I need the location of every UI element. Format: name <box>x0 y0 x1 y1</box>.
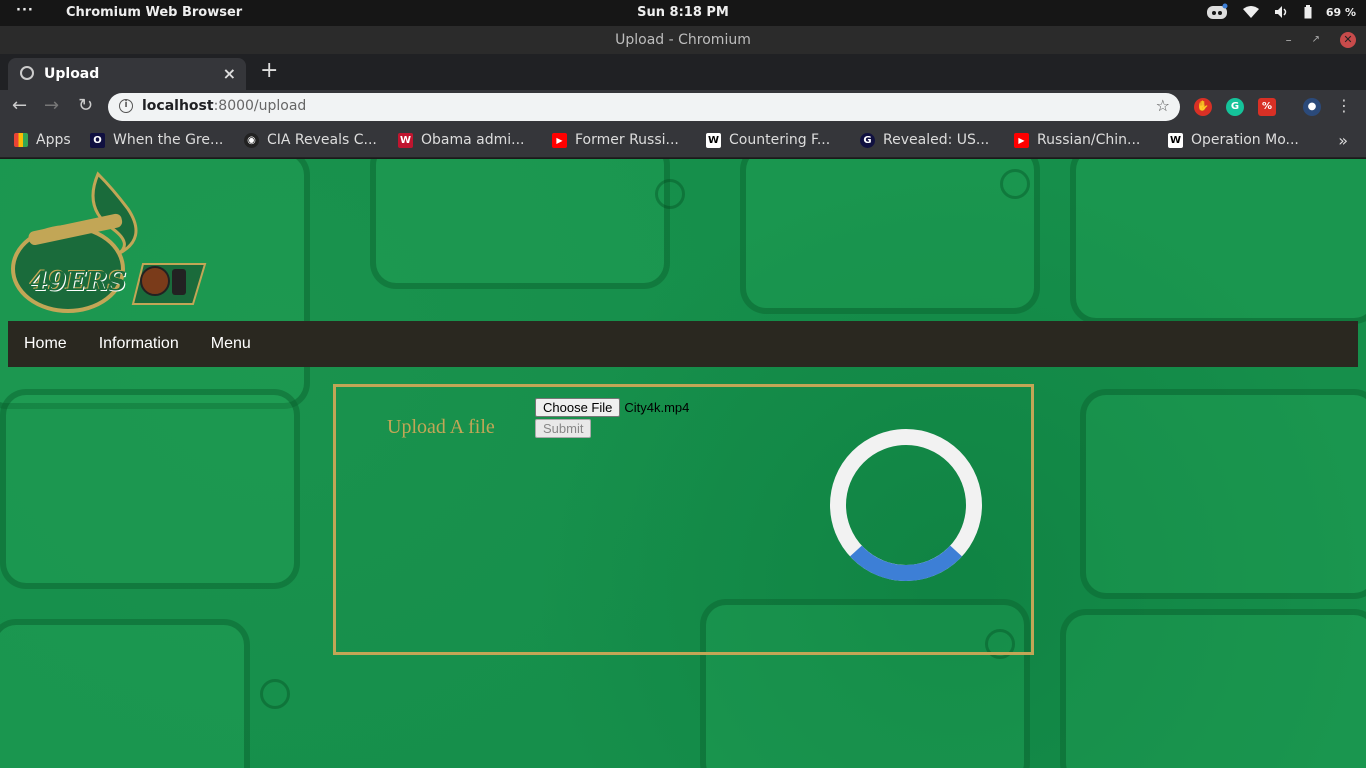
youtube-icon: ▶ <box>1014 132 1029 148</box>
back-arrow-icon[interactable]: ← <box>12 95 27 116</box>
background-tv <box>0 619 250 768</box>
site-logo[interactable]: 49ERS <box>8 169 208 319</box>
logo-text: 49ERS <box>30 267 127 297</box>
site-info-icon[interactable]: i <box>119 99 133 113</box>
bookmark-label: Apps <box>36 132 71 148</box>
wikipedia-icon: W <box>1168 132 1183 148</box>
background-knob <box>655 179 685 209</box>
translate-extension-icon[interactable]: % <box>1258 98 1276 116</box>
url-text[interactable]: localhost:8000/upload <box>142 98 306 114</box>
background-tv <box>1060 609 1366 768</box>
background-knob <box>260 679 290 709</box>
browser-toolbar: ← → ↻ i localhost:8000/upload ☆ ✋ G % ● … <box>0 90 1366 124</box>
url-host: localhost <box>142 98 214 114</box>
site-navbar: Home Information Menu <box>8 321 1358 367</box>
tab-strip: Upload × + <box>0 54 1366 90</box>
background-tv <box>1070 159 1366 324</box>
selected-file-name: City4k.mp4 <box>624 400 690 415</box>
forward-arrow-icon[interactable]: → <box>44 95 59 116</box>
wifi-icon[interactable] <box>1242 5 1260 19</box>
profile-avatar[interactable]: ● <box>1303 98 1321 116</box>
bookmark-label: Former Russi... <box>575 132 679 148</box>
bookmark-label: Operation Mo... <box>1191 132 1299 148</box>
chrome-menu-icon[interactable]: ⋮ <box>1336 96 1352 115</box>
discord-icon[interactable] <box>1206 3 1228 21</box>
restore-icon[interactable]: ↗ <box>1312 26 1320 54</box>
address-bar[interactable]: i localhost:8000/upload ☆ <box>108 93 1180 121</box>
bookmark-item[interactable]: ▶ Russian/Chin... <box>1014 132 1140 148</box>
bookmark-item[interactable]: W Countering F... <box>706 132 830 148</box>
adblock-extension-icon[interactable]: ✋ <box>1194 98 1212 116</box>
clock[interactable]: Sun 8:18 PM <box>0 5 1366 20</box>
o-icon: O <box>90 132 105 148</box>
globe-icon <box>20 66 34 80</box>
window-titlebar: Upload - Chromium – ↗ ✕ <box>0 26 1366 54</box>
close-window-icon[interactable]: ✕ <box>1340 32 1356 48</box>
nav-menu[interactable]: Menu <box>211 335 251 353</box>
eye-icon: ◉ <box>244 132 259 148</box>
new-tab-button[interactable]: + <box>260 58 278 83</box>
battery-level: 69 % <box>1325 5 1356 19</box>
bookmark-item[interactable]: ▶ Former Russi... <box>552 132 679 148</box>
reload-icon[interactable]: ↻ <box>78 95 93 116</box>
page-viewport: 49ERS Home Information Menu Upload A fil… <box>0 159 1366 768</box>
bookmark-label: Revealed: US... <box>883 132 990 148</box>
background-knob <box>1000 169 1030 199</box>
minimize-icon[interactable]: – <box>1286 26 1292 54</box>
volume-icon[interactable] <box>1274 5 1290 19</box>
os-top-bar: ··· Chromium Web Browser Sun 8:18 PM 69 … <box>0 0 1366 26</box>
background-tv <box>370 159 670 289</box>
background-tv <box>0 389 300 589</box>
bookmark-label: Russian/Chin... <box>1037 132 1141 148</box>
bookmark-item[interactable]: O When the Gre... <box>90 132 223 148</box>
bookmark-label: Obama admi... <box>421 132 525 148</box>
submit-button[interactable]: Submit <box>535 419 592 438</box>
bookmark-label: CIA Reveals C... <box>267 132 377 148</box>
bookmarks-bar: Apps O When the Gre... ◉ CIA Reveals C..… <box>0 124 1366 158</box>
g-icon: G <box>860 132 875 148</box>
youtube-icon: ▶ <box>552 132 567 148</box>
bookmark-item[interactable]: ◉ CIA Reveals C... <box>244 132 377 148</box>
upload-label: Upload A file <box>387 416 495 438</box>
w-logo-icon: W <box>398 132 413 148</box>
background-tv <box>1080 389 1366 599</box>
choose-file-button[interactable]: Choose File <box>535 398 621 417</box>
apps-grid-icon <box>14 133 28 147</box>
tab-title: Upload <box>44 66 100 82</box>
bookmark-apps[interactable]: Apps <box>14 132 71 148</box>
file-input[interactable]: Choose File City4k.mp4 <box>535 398 689 417</box>
bookmark-star-icon[interactable]: ☆ <box>1156 96 1170 115</box>
close-tab-icon[interactable]: × <box>223 64 236 83</box>
background-tv <box>740 159 1040 314</box>
battery-icon[interactable] <box>1304 5 1312 19</box>
loading-spinner-icon <box>830 429 982 581</box>
wikipedia-icon: W <box>706 132 721 148</box>
url-path: :8000/upload <box>213 98 307 114</box>
upload-panel: Upload A file Choose File City4k.mp4 Sub… <box>333 384 1034 655</box>
nav-home[interactable]: Home <box>24 335 67 353</box>
nav-information[interactable]: Information <box>99 335 179 353</box>
bookmark-label: Countering F... <box>729 132 831 148</box>
bookmark-label: When the Gre... <box>113 132 224 148</box>
more-bookmarks-icon[interactable]: » <box>1338 131 1348 150</box>
bookmark-item[interactable]: G Revealed: US... <box>860 132 989 148</box>
window-title: Upload - Chromium <box>615 32 751 48</box>
bookmark-item[interactable]: W Obama admi... <box>398 132 525 148</box>
grammarly-extension-icon[interactable]: G <box>1226 98 1244 116</box>
system-tray[interactable]: 69 % <box>1206 3 1356 21</box>
bookmark-item[interactable]: W Operation Mo... <box>1168 132 1299 148</box>
tab-upload[interactable]: Upload × <box>8 58 246 90</box>
